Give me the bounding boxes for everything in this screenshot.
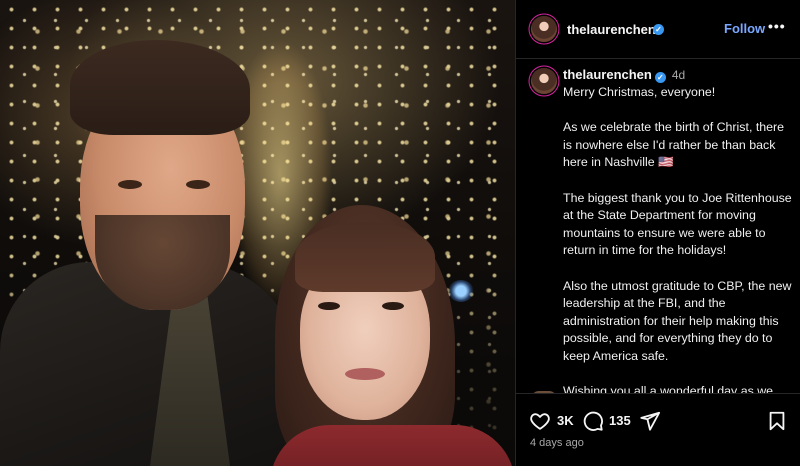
post-photo[interactable] xyxy=(0,0,515,466)
caption-header: thelaurenchen ✓ 4d xyxy=(563,67,685,83)
woman-left-eye xyxy=(318,302,340,310)
man-left-eye xyxy=(118,180,142,189)
woman-bangs xyxy=(295,222,435,292)
header-username[interactable]: thelaurenchen xyxy=(567,22,656,37)
heart-icon[interactable] xyxy=(529,410,551,432)
post-side-panel: thelaurenchen ✓ Follow ••• thelaurenchen… xyxy=(515,0,800,466)
paper-plane-icon[interactable] xyxy=(639,410,661,432)
caption-paragraph: The biggest thank you to Joe Rittenhouse… xyxy=(563,190,792,258)
caption-paragraph-last: Wishing you all a wonderful day as we re… xyxy=(563,383,795,393)
action-bar: 3K 135 4 days ago xyxy=(516,393,800,466)
verified-badge-icon: ✓ xyxy=(654,72,666,83)
caption-paragraph: Wishing you all a wonderful day as we re… xyxy=(563,384,774,393)
caption-text: Merry Christmas, everyone! As we celebra… xyxy=(563,84,795,393)
more-options-icon[interactable]: ••• xyxy=(768,18,786,34)
like-count[interactable]: 3K xyxy=(557,413,574,428)
caption-avatar[interactable] xyxy=(531,68,557,94)
post-age[interactable]: 4d xyxy=(672,68,685,82)
man-right-eye xyxy=(186,180,210,189)
avatar[interactable] xyxy=(531,16,557,42)
instagram-post-view: thelaurenchen ✓ Follow ••• thelaurenchen… xyxy=(0,0,800,466)
comment-bubble-icon[interactable] xyxy=(582,410,604,432)
follow-button[interactable]: Follow xyxy=(724,21,765,36)
woman-lips xyxy=(345,368,385,380)
blue-light xyxy=(448,280,474,302)
post-header: thelaurenchen ✓ Follow ••• xyxy=(516,0,800,59)
caption-paragraph: Also the utmost gratitude to CBP, the ne… xyxy=(563,278,792,363)
post-timestamp[interactable]: 4 days ago xyxy=(530,437,584,449)
caption-paragraph: As we celebrate the birth of Christ, the… xyxy=(563,120,785,170)
verified-badge-icon: ✓ xyxy=(653,24,664,35)
caption-paragraph: Merry Christmas, everyone! xyxy=(563,85,716,99)
comment-count[interactable]: 135 xyxy=(609,413,631,428)
man-hair xyxy=(70,40,250,135)
bookmark-icon[interactable] xyxy=(766,410,788,432)
woman-sweater xyxy=(270,425,515,466)
caption-area: thelaurenchen ✓ 4d Merry Christmas, everyo… xyxy=(516,60,800,393)
caption-username[interactable]: thelaurenchen xyxy=(563,67,652,82)
woman-right-eye xyxy=(382,302,404,310)
